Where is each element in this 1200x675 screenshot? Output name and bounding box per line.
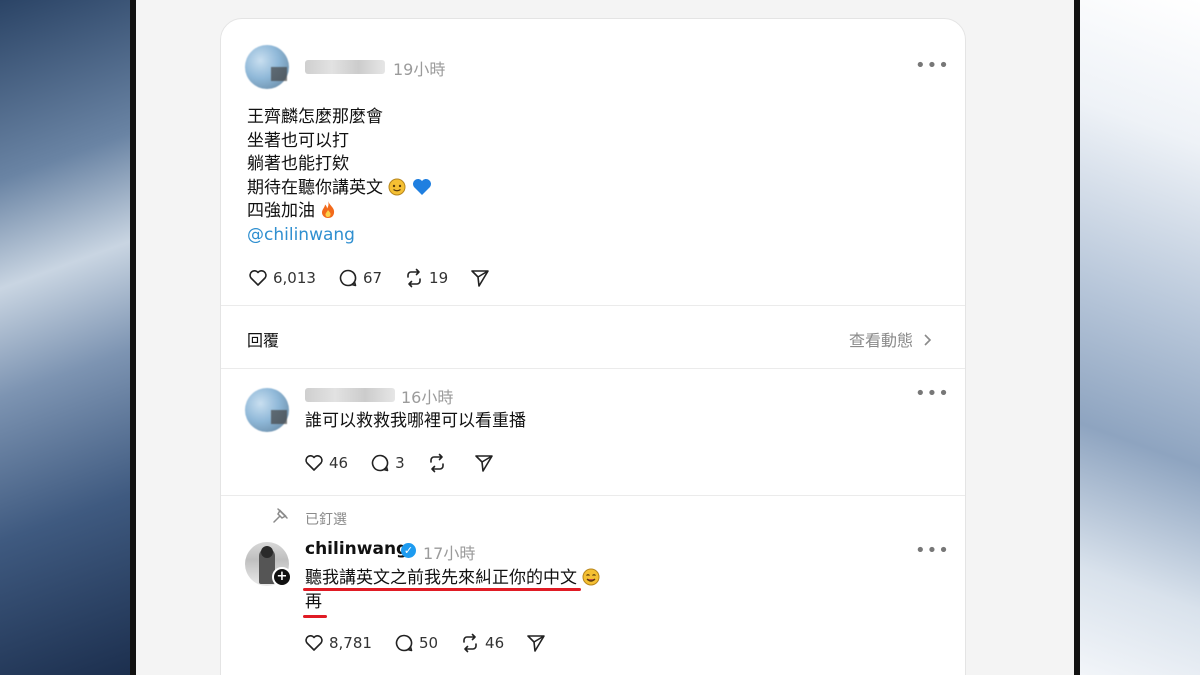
heart-icon (305, 455, 323, 471)
divider (221, 305, 965, 306)
repost-button[interactable]: 19 (404, 268, 448, 288)
comment-icon (395, 634, 413, 652)
post-line: 王齊麟怎麼那麼會 (247, 107, 383, 127)
smile-emoji (388, 178, 406, 195)
post-actions: 6,013 67 19 (248, 268, 517, 288)
reply-text: 誰可以救救我哪裡可以看重播 (305, 411, 526, 431)
heart-icon (249, 270, 267, 286)
post-line: 躺著也能打欸 (247, 154, 349, 174)
smile-emoji (582, 568, 600, 586)
fire-emoji (322, 201, 335, 218)
red-underline (303, 588, 581, 591)
share-icon (527, 635, 545, 652)
reply-more-icon[interactable]: ••• (915, 383, 950, 404)
reply-time: 16小時 (401, 388, 454, 407)
repost-icon (429, 453, 444, 473)
comment-button[interactable]: 50 (394, 633, 438, 653)
threads-screen: 19小時 ••• 王齊麟怎麼那麼會 坐著也可以打 躺著也能打欸 期待在聽你講英文… (136, 0, 1074, 675)
share-icon (471, 270, 489, 287)
like-button[interactable]: 8,781 (304, 634, 372, 652)
post-avatar[interactable] (245, 45, 289, 89)
post-body: 王齊麟怎麼那麼會 坐著也可以打 躺著也能打欸 期待在聽你講英文 四強加油 @ch… (247, 106, 647, 247)
red-underline (303, 615, 327, 618)
pinned-line-2: 再 (305, 591, 322, 612)
repost-button[interactable] (427, 453, 452, 473)
reply-username-blurred[interactable] (305, 388, 395, 402)
post-username-blurred[interactable] (305, 60, 385, 74)
post-line-5: 四強加油 (247, 200, 647, 224)
pinned-label: 已釘選 (305, 512, 347, 528)
repost-icon (407, 268, 421, 288)
comment-button[interactable]: 3 (370, 453, 405, 473)
pin-icon (273, 508, 288, 523)
pinned-more-icon[interactable]: ••• (915, 540, 950, 561)
pinned-actions: 8,781 50 46 (304, 633, 573, 653)
post-more-icon[interactable]: ••• (915, 55, 950, 76)
post-line: 坐著也可以打 (247, 130, 349, 151)
post-line-4: 期待在聽你講英文 (247, 177, 647, 201)
share-button[interactable] (474, 453, 499, 473)
post-time: 19小時 (393, 60, 446, 79)
pinned-line-1: 聽我講英文之前我先來糾正你的中文 (305, 567, 600, 591)
replies-heading: 回覆 (247, 331, 280, 350)
like-button[interactable]: 46 (304, 454, 348, 472)
mention-link[interactable]: @chilinwang (247, 224, 647, 248)
divider (221, 368, 965, 369)
blue-heart-emoji (412, 178, 431, 195)
thread-card: 19小時 ••• 王齊麟怎麼那麼會 坐著也可以打 躺著也能打欸 期待在聽你講英文… (220, 18, 966, 675)
comment-button[interactable]: 67 (338, 268, 382, 288)
verified-icon: ✓ (401, 543, 416, 558)
background-right (1080, 0, 1200, 675)
like-button[interactable]: 6,013 (248, 269, 316, 287)
chevron-right-icon (924, 334, 932, 346)
share-icon (474, 455, 493, 472)
divider (221, 495, 965, 496)
pinned-indicator (271, 507, 289, 526)
share-button[interactable] (470, 268, 495, 288)
reply-avatar[interactable] (245, 388, 289, 432)
heart-icon (305, 635, 323, 651)
repost-button[interactable]: 46 (460, 633, 504, 653)
author-name[interactable]: chilinwang (305, 539, 408, 559)
pinned-time: 17小時 (423, 544, 476, 563)
background-left (0, 0, 130, 675)
share-button[interactable] (526, 633, 551, 653)
comment-icon (339, 269, 357, 287)
comment-icon (371, 454, 389, 472)
reply-actions: 46 3 (304, 453, 521, 473)
repost-icon (463, 633, 477, 653)
view-activity-link[interactable]: 查看動態 (849, 327, 934, 351)
follow-plus-icon[interactable]: + (272, 567, 292, 587)
